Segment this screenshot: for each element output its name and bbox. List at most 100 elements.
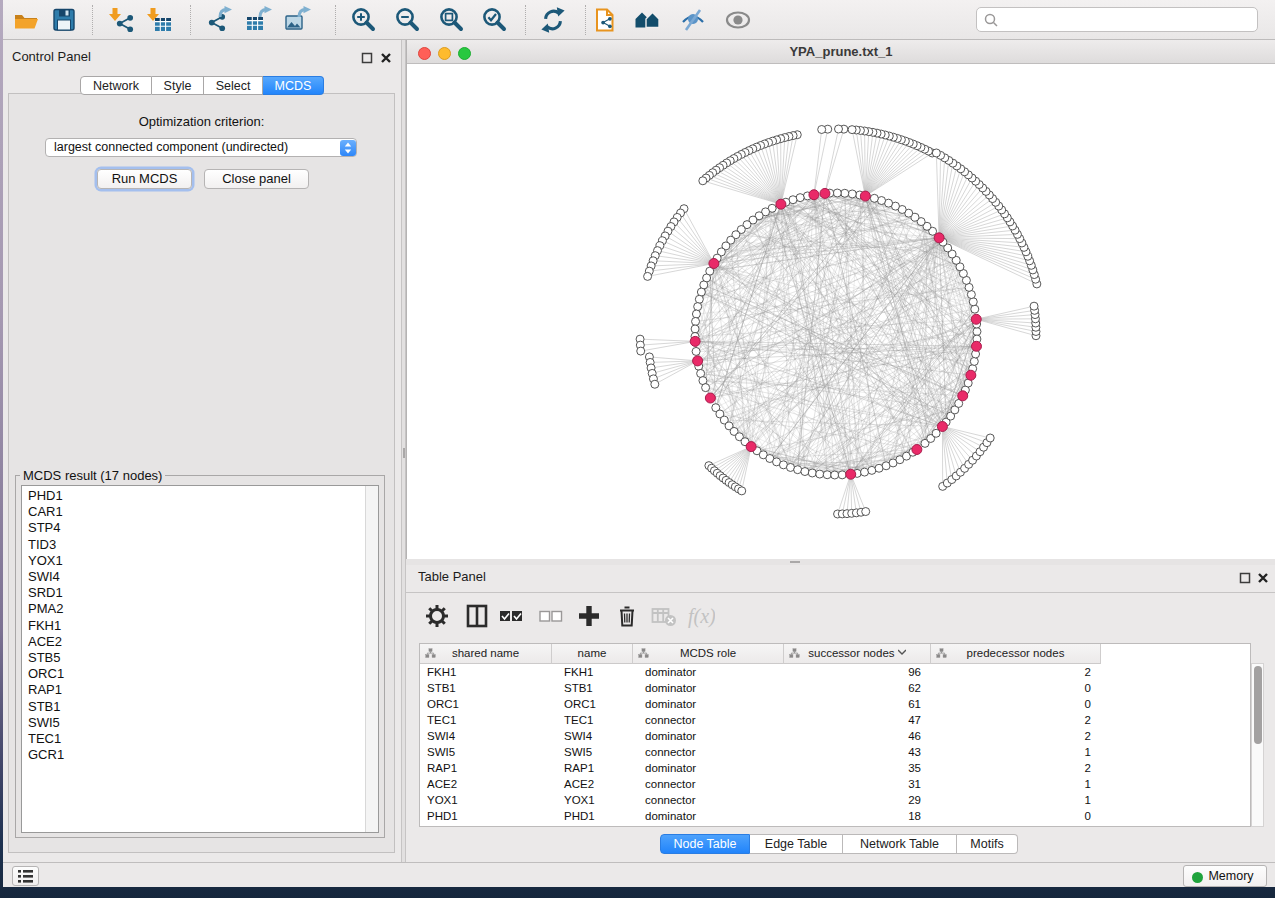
tab-network[interactable]: Network [80,76,152,95]
mcds-result-item[interactable]: GCR1 [28,747,64,763]
cell-shared-name: RAP1 [420,760,552,776]
node-table[interactable]: shared namenameMCDS rolesuccessor nodes … [419,643,1251,827]
column-header-shared-name[interactable]: shared name [420,644,552,664]
cell-predecessor-nodes: 1 [931,744,1101,760]
cell-name: ACE2 [552,776,633,792]
search-input[interactable] [976,7,1258,32]
cell-successor-nodes: 35 [784,760,931,776]
zoom-out-icon[interactable] [394,6,422,34]
deselect-all-icon[interactable] [537,602,565,630]
tab-node-table[interactable]: Node Table [660,834,750,854]
save-session-icon[interactable] [50,6,78,34]
table-row[interactable]: ACE2ACE2connector311 [420,776,1101,792]
zoom-in-icon[interactable] [350,6,378,34]
delete-column-icon[interactable] [613,602,641,630]
new-network-icon[interactable] [592,6,620,34]
table-panel-close-icon[interactable] [1257,570,1269,588]
tab-motifs[interactable]: Motifs [957,834,1018,854]
mcds-result-item[interactable]: YOX1 [28,553,64,569]
mcds-result-item[interactable]: TEC1 [28,731,64,747]
tab-mcds[interactable]: MCDS [263,76,324,95]
cell-MCDS-role: dominator [633,808,784,824]
column-header-MCDS-role[interactable]: MCDS role [633,644,784,664]
mcds-result-item[interactable]: SWI4 [28,569,64,585]
control-panel: Control Panel NetworkStyleSelectMCDS Opt… [3,40,401,862]
mcds-result-item[interactable]: RAP1 [28,682,64,698]
mcds-result-item[interactable]: SRD1 [28,585,64,601]
cell-MCDS-role: connector [633,776,784,792]
table-header: shared namenameMCDS rolesuccessor nodes … [420,644,1101,664]
column-header-predecessor-nodes[interactable]: predecessor nodes [931,644,1101,664]
control-panel-float-icon[interactable] [361,50,373,68]
add-column-icon[interactable] [575,602,603,630]
table-row[interactable]: YOX1YOX1connector291 [420,792,1101,808]
mcds-result-item[interactable]: STP4 [28,520,64,536]
cell-MCDS-role: connector [633,792,784,808]
table-row[interactable]: STB1STB1dominator620 [420,680,1101,696]
tab-select[interactable]: Select [204,76,263,95]
cell-name: YOX1 [552,792,633,808]
column-header-name[interactable]: name [552,644,633,664]
open-session-icon[interactable] [13,6,41,34]
mcds-result-item[interactable]: FKH1 [28,618,64,634]
settings-gear-icon[interactable] [423,602,451,630]
export-table-icon[interactable] [245,6,273,34]
toggle-column-icon[interactable] [463,602,491,630]
show-graphics-icon[interactable] [724,6,752,34]
import-network-icon[interactable] [108,6,136,34]
tab-style[interactable]: Style [152,76,204,95]
home-icon[interactable] [634,6,662,34]
cell-MCDS-role: dominator [633,680,784,696]
table-row[interactable]: SWI4SWI4dominator462 [420,728,1101,744]
memory-button[interactable]: Memory [1183,865,1267,887]
tab-network-table[interactable]: Network Table [843,834,957,854]
dropdown-stepper-icon[interactable] [340,140,356,156]
delete-table-icon [650,602,678,630]
mcds-result-item[interactable]: TID3 [28,537,64,553]
select-all-icon[interactable] [498,602,526,630]
status-bar: Memory [3,862,1275,887]
hide-graphics-icon[interactable] [679,6,707,34]
import-table-icon[interactable] [146,6,174,34]
close-panel-button[interactable]: Close panel [204,169,309,189]
cell-predecessor-nodes: 0 [931,696,1101,712]
export-image-icon[interactable] [284,6,312,34]
network-canvas[interactable] [407,64,1275,559]
table-row[interactable]: FKH1FKH1dominator962 [420,664,1101,680]
cell-shared-name: SWI4 [420,728,552,744]
mcds-result-item[interactable]: ACE2 [28,634,64,650]
cell-name: RAP1 [552,760,633,776]
zoom-fit-icon[interactable] [438,6,466,34]
mcds-result-item[interactable]: PHD1 [28,488,64,504]
tab-edge-table[interactable]: Edge Table [750,834,843,854]
mcds-result-item[interactable]: SWI5 [28,715,64,731]
mcds-result-item[interactable]: STB1 [28,699,64,715]
table-scrollbar-thumb[interactable] [1254,666,1262,744]
table-row[interactable]: ORC1ORC1dominator610 [420,696,1101,712]
cell-MCDS-role: dominator [633,696,784,712]
mcds-result-item[interactable]: PMA2 [28,601,64,617]
mcds-result-group: MCDS result (17 nodes) PHD1CAR1STP4TID3Y… [15,468,385,838]
refresh-icon[interactable] [539,6,567,34]
mcds-result-item[interactable]: STB5 [28,650,64,666]
table-row[interactable]: SWI5SWI5connector431 [420,744,1101,760]
table-row[interactable]: TEC1TEC1connector472 [420,712,1101,728]
table-row[interactable]: RAP1RAP1dominator352 [420,760,1101,776]
export-network-icon[interactable] [205,6,233,34]
column-header-successor-nodes[interactable]: successor nodes [784,644,931,664]
mcds-result-title: MCDS result (17 nodes) [20,468,165,483]
table-row[interactable]: PHD1PHD1dominator180 [420,808,1101,824]
table-panel-float-icon[interactable] [1239,570,1251,588]
zoom-selected-icon[interactable] [481,6,509,34]
run-mcds-button[interactable]: Run MCDS [97,169,192,189]
list-scrollbar[interactable] [365,486,378,832]
optimization-criterion-select[interactable]: largest connected component (undirected) [45,138,357,157]
mcds-result-item[interactable]: ORC1 [28,666,64,682]
control-panel-close-icon[interactable] [380,50,392,68]
cell-shared-name: TEC1 [420,712,552,728]
mcds-result-list[interactable]: PHD1CAR1STP4TID3YOX1SWI4SRD1PMA2FKH1ACE2… [21,485,379,833]
table-scrollbar[interactable] [1251,663,1264,827]
task-history-button[interactable] [12,866,39,886]
mcds-result-item[interactable]: CAR1 [28,504,64,520]
network-window-titlebar[interactable]: YPA_prune.txt_1 [407,40,1275,64]
